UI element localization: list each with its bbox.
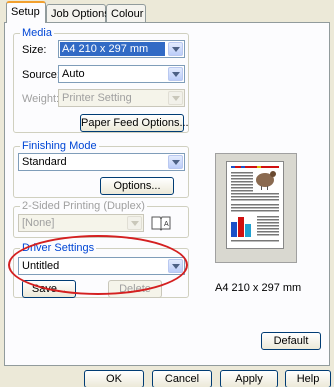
chevron-down-icon[interactable]	[168, 42, 183, 56]
finishing-mode-value: Standard	[22, 156, 67, 168]
weight-select: Printer Setting	[58, 89, 185, 107]
source-value: Auto	[62, 68, 85, 80]
duplex-value: [None]	[22, 217, 55, 229]
size-value: A4 210 x 297 mm	[60, 42, 165, 56]
duplex-select: [None]	[18, 214, 144, 232]
chevron-down-icon	[127, 216, 142, 230]
media-group-label: Media	[20, 27, 54, 39]
duplex-group-label: 2-Sided Printing (Duplex)	[20, 200, 147, 212]
chevron-down-icon[interactable]	[168, 67, 183, 81]
svg-text:A: A	[164, 221, 169, 228]
driver-settings-select[interactable]: Untitled	[18, 257, 185, 275]
chevron-down-icon[interactable]	[168, 155, 183, 169]
source-select[interactable]: Auto	[58, 65, 185, 83]
cancel-button[interactable]: Cancel	[152, 370, 212, 387]
apply-button[interactable]: Apply	[220, 370, 278, 387]
delete-settings-button: Delete	[108, 280, 162, 298]
save-settings-button[interactable]: Save...	[22, 280, 76, 298]
default-button[interactable]: Default	[261, 332, 321, 350]
preview-caption: A4 210 x 297 mm	[215, 282, 302, 294]
chevron-down-icon	[168, 91, 183, 105]
weight-value: Printer Setting	[62, 92, 132, 104]
paper-feed-options-button[interactable]: Paper Feed Options...	[80, 114, 189, 132]
finishing-mode-select[interactable]: Standard	[18, 153, 185, 171]
source-label: Source:	[22, 69, 60, 81]
duplex-book-icon: A	[150, 214, 171, 232]
preview-document-icon	[231, 166, 279, 242]
ok-button[interactable]: OK	[84, 370, 144, 387]
size-label: Size:	[22, 44, 47, 56]
finishing-group-label: Finishing Mode	[20, 140, 99, 152]
driver-settings-group-label: Driver Settings	[20, 242, 97, 254]
chevron-down-icon[interactable]	[168, 259, 183, 273]
finishing-options-button[interactable]: Options...	[100, 177, 174, 195]
weight-label: Weight:	[22, 93, 60, 105]
page-preview	[215, 153, 297, 263]
size-select[interactable]: A4 210 x 297 mm	[58, 40, 185, 58]
driver-settings-value: Untitled	[22, 260, 60, 272]
help-button[interactable]: Help	[285, 370, 331, 387]
preview-sheet	[226, 161, 284, 249]
